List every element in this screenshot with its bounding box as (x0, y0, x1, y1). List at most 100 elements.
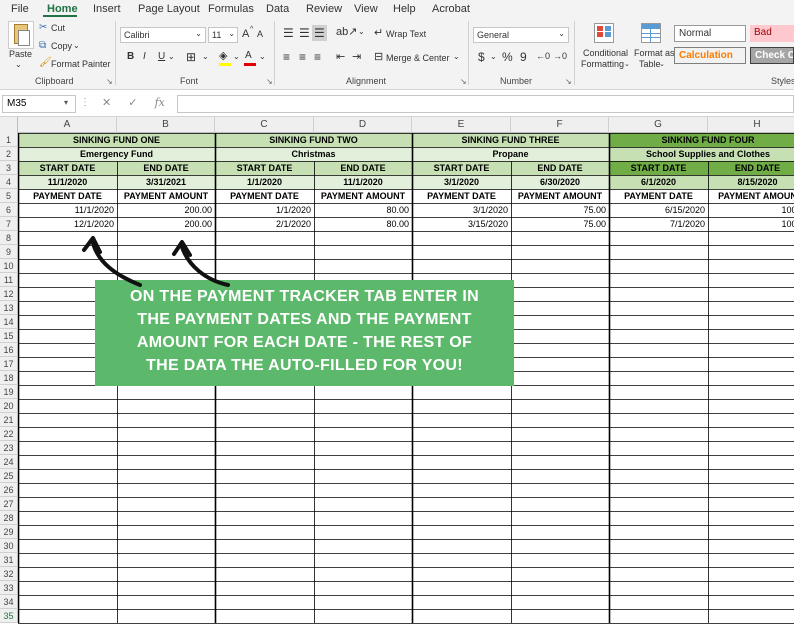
row-header-34[interactable]: 34 (0, 595, 18, 609)
chevron-down-icon[interactable]: ⌄ (233, 52, 240, 61)
row-header-9[interactable]: 9 (0, 245, 18, 259)
fund-title[interactable]: SINKING FUND TWO (215, 133, 412, 147)
fund-title[interactable]: SINKING FUND THREE (412, 133, 609, 147)
start-date-value[interactable]: 11/1/2020 (18, 175, 117, 189)
row-header-18[interactable]: 18 (0, 371, 18, 385)
payment-date-header[interactable]: PAYMENT DATE (215, 189, 314, 203)
conditional-formatting-button[interactable]: Conditional (583, 48, 628, 58)
row-header-7[interactable]: 7 (0, 217, 18, 231)
cut-button[interactable]: Cut (51, 23, 65, 33)
row-header-32[interactable]: 32 (0, 567, 18, 581)
style-calculation[interactable]: Calculation (674, 47, 746, 64)
payment-date-cell[interactable]: 6/15/2020 (609, 203, 708, 217)
clipboard-launcher-icon[interactable]: ↘ (106, 77, 113, 86)
format-painter-button[interactable]: Format Painter (51, 59, 111, 69)
merge-center-button[interactable]: Merge & Center (386, 53, 450, 63)
style-check-cell[interactable]: Check Ce (750, 47, 794, 64)
column-header-h[interactable]: H (708, 117, 794, 133)
menu-review[interactable]: Review (306, 3, 342, 15)
row-header-6[interactable]: 6 (0, 203, 18, 217)
payment-amount-header[interactable]: PAYMENT AMOUN (708, 189, 794, 203)
payment-date-cell[interactable]: 1/1/2020 (215, 203, 314, 217)
row-header-21[interactable]: 21 (0, 413, 18, 427)
row-header-28[interactable]: 28 (0, 511, 18, 525)
formula-input[interactable] (177, 95, 794, 113)
chevron-down-icon[interactable]: ⌄ (168, 52, 175, 61)
chevron-down-icon[interactable]: ⌄ (490, 52, 497, 61)
enter-icon[interactable]: ✓ (128, 97, 137, 109)
end-date-value[interactable]: 6/30/2020 (511, 175, 609, 189)
row-header-11[interactable]: 11 (0, 273, 18, 287)
copy-dropdown-icon[interactable]: ⌄ (73, 41, 80, 50)
row-header-15[interactable]: 15 (0, 329, 18, 343)
row-header-4[interactable]: 4 (0, 175, 18, 189)
payment-amount-header[interactable]: PAYMENT AMOUNT (314, 189, 412, 203)
menu-data[interactable]: Data (266, 3, 289, 15)
paste-button[interactable]: Paste (9, 49, 32, 59)
end-date-label[interactable]: END DATE (314, 161, 412, 175)
borders-icon[interactable]: ⊞ (186, 50, 196, 64)
decrease-decimal-icon[interactable]: →0 (553, 51, 567, 61)
start-date-value[interactable]: 6/1/2020 (609, 175, 708, 189)
underline-button[interactable]: U (158, 51, 165, 62)
row-header-33[interactable]: 33 (0, 581, 18, 595)
row-header-20[interactable]: 20 (0, 399, 18, 413)
column-header-f[interactable]: F (511, 117, 609, 133)
row-header-3[interactable]: 3 (0, 161, 18, 175)
column-header-g[interactable]: G (609, 117, 708, 133)
bold-button[interactable]: B (127, 51, 134, 62)
number-format-select[interactable]: General ⌄ (473, 27, 569, 43)
row-header-26[interactable]: 26 (0, 483, 18, 497)
payment-amount-cell[interactable]: 75.00 (511, 217, 609, 231)
chevron-down-icon[interactable]: ▾ (64, 98, 68, 107)
payment-date-cell[interactable]: 3/1/2020 (412, 203, 511, 217)
currency-button[interactable]: $ (478, 50, 485, 64)
format-as-table-button[interactable]: Format as (634, 48, 675, 58)
start-date-label[interactable]: START DATE (412, 161, 511, 175)
align-bottom-icon[interactable]: ☰ (314, 26, 325, 40)
wrap-text-button[interactable]: Wrap Text (386, 29, 426, 39)
row-header-19[interactable]: 19 (0, 385, 18, 399)
payment-amount-cell[interactable]: 80.00 (314, 217, 412, 231)
orientation-icon[interactable]: ab↗ (336, 25, 357, 38)
align-top-icon[interactable]: ☰ (283, 26, 294, 40)
align-middle-icon[interactable]: ☰ (299, 26, 310, 40)
payment-date-header[interactable]: PAYMENT DATE (18, 189, 117, 203)
insert-function-button[interactable]: fx (155, 96, 165, 109)
select-all-corner[interactable] (0, 117, 18, 133)
font-launcher-icon[interactable]: ↘ (266, 77, 273, 86)
payment-date-cell[interactable]: 7/1/2020 (609, 217, 708, 231)
start-date-value[interactable]: 3/1/2020 (412, 175, 511, 189)
payment-amount-cell[interactable]: 200.00 (117, 203, 215, 217)
font-color-icon[interactable]: A (245, 50, 252, 61)
shrink-font-button[interactable]: A (257, 29, 263, 39)
column-header-c[interactable]: C (215, 117, 314, 133)
row-header-2[interactable]: 2 (0, 147, 18, 161)
fund-name[interactable]: Propane (412, 147, 609, 161)
end-date-value[interactable]: 11/1/2020 (314, 175, 412, 189)
payment-amount-cell[interactable]: 80.00 (314, 203, 412, 217)
row-header-35[interactable]: 35 (0, 609, 18, 623)
row-header-5[interactable]: 5 (0, 189, 18, 203)
column-header-b[interactable]: B (117, 117, 215, 133)
copy-button[interactable]: Copy (51, 41, 72, 51)
row-header-24[interactable]: 24 (0, 455, 18, 469)
start-date-label[interactable]: START DATE (609, 161, 708, 175)
row-header-1[interactable]: 1 (0, 133, 18, 147)
grow-font-button[interactable]: A (242, 28, 249, 40)
row-header-12[interactable]: 12 (0, 287, 18, 301)
fund-name[interactable]: Emergency Fund (18, 147, 215, 161)
start-date-value[interactable]: 1/1/2020 (215, 175, 314, 189)
row-header-30[interactable]: 30 (0, 539, 18, 553)
row-header-25[interactable]: 25 (0, 469, 18, 483)
payment-amount-header[interactable]: PAYMENT AMOUNT (511, 189, 609, 203)
payment-date-header[interactable]: PAYMENT DATE (412, 189, 511, 203)
fund-name[interactable]: School Supplies and Clothes (609, 147, 794, 161)
payment-amount-cell[interactable]: 200.00 (117, 217, 215, 231)
decrease-indent-icon[interactable]: ⇤ (336, 50, 345, 63)
menu-formulas[interactable]: Formulas (208, 3, 254, 15)
paste-icon[interactable] (8, 21, 34, 49)
menu-help[interactable]: Help (393, 3, 416, 15)
column-header-a[interactable]: A (18, 117, 117, 133)
fund-title[interactable]: SINKING FUND ONE (18, 133, 215, 147)
